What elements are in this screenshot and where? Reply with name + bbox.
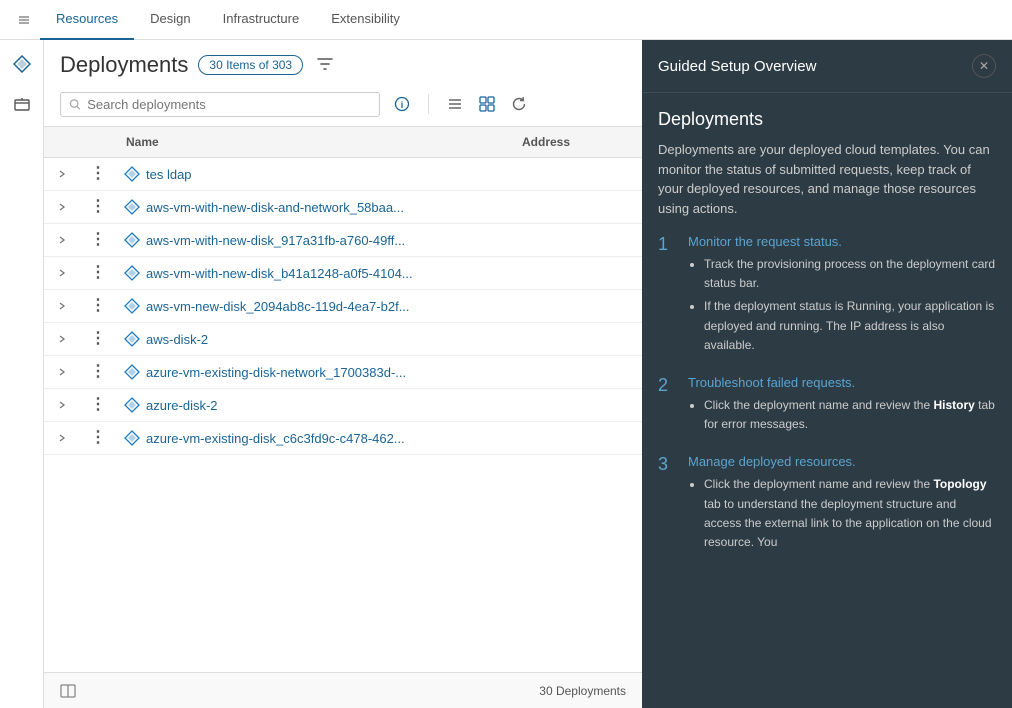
deployment-name-link[interactable]: aws-disk-2 [124, 331, 504, 347]
grid-view-icon[interactable] [473, 90, 501, 118]
deployment-name-link[interactable]: aws-vm-with-new-disk_b41a1248-a0f5-4104.… [124, 265, 504, 281]
deployment-name-link[interactable]: aws-vm-with-new-disk_917a31fb-a760-49ff.… [124, 232, 504, 248]
page-title: Deployments [60, 52, 188, 78]
row-menu-button[interactable]: ⋮ [88, 263, 108, 283]
row-menu-button[interactable]: ⋮ [88, 329, 108, 349]
row-expand-button[interactable] [52, 329, 72, 349]
row-menu-button[interactable]: ⋮ [88, 230, 108, 250]
table-row: ⋮ azure-vm-existing-disk_c6c3fd9c-c478-4… [44, 422, 642, 455]
table-row: ⋮ aws-vm-new-disk_2094ab8c-119d-4ea7-b2f… [44, 290, 642, 323]
deployments-count: 30 Deployments [539, 684, 626, 698]
row-menu-button[interactable]: ⋮ [88, 395, 108, 415]
row-menu-button[interactable]: ⋮ [88, 296, 108, 316]
row-expand-button[interactable] [52, 230, 72, 250]
nav-tab-design[interactable]: Design [134, 0, 206, 40]
split-pane-button[interactable] [60, 683, 76, 699]
step-heading: Manage deployed resources. [688, 454, 996, 469]
step-heading: Troubleshoot failed requests. [688, 375, 996, 390]
deployment-name-link[interactable]: azure-vm-existing-disk-network_1700383d-… [124, 364, 504, 380]
col-header-menu [80, 127, 116, 158]
deployment-name-link[interactable]: aws-vm-with-new-disk-and-network_58baa..… [124, 199, 504, 215]
nav-tab-resources[interactable]: Resources [40, 0, 134, 40]
close-icon: ✕ [979, 59, 989, 73]
row-expand-button[interactable] [52, 296, 72, 316]
deployment-name-link[interactable]: azure-disk-2 [124, 397, 504, 413]
refresh-icon[interactable] [505, 90, 533, 118]
row-menu-button[interactable]: ⋮ [88, 197, 108, 217]
guided-setup-title: Guided Setup Overview [658, 58, 816, 75]
col-header-name[interactable]: Name [116, 127, 512, 158]
table-row: ⋮ aws-vm-with-new-disk_917a31fb-a760-49f… [44, 224, 642, 257]
deployment-name-link[interactable]: tes ldap [124, 166, 504, 182]
deployment-name-link[interactable]: azure-vm-existing-disk_c6c3fd9c-c478-462… [124, 430, 504, 446]
items-badge[interactable]: 30 Items of 303 [198, 55, 303, 75]
rp-intro: Deployments are your deployed cloud temp… [658, 140, 996, 218]
step-number: 1 [658, 234, 676, 359]
step-body: Click the deployment name and review the… [688, 475, 996, 552]
filter-icon[interactable] [317, 56, 333, 75]
col-header-expand [44, 127, 80, 158]
row-expand-button[interactable] [52, 197, 72, 217]
close-button[interactable]: ✕ [972, 54, 996, 78]
rp-step-3: 3 Manage deployed resources. Click the d… [658, 454, 996, 556]
table-row: ⋮ aws-vm-with-new-disk_b41a1248-a0f5-410… [44, 257, 642, 290]
search-input[interactable] [87, 97, 371, 112]
row-expand-button[interactable] [52, 362, 72, 382]
svg-text:i: i [401, 100, 404, 110]
sidebar-icon-cube[interactable] [6, 88, 38, 120]
row-menu-button[interactable]: ⋮ [88, 362, 108, 382]
row-expand-button[interactable] [52, 395, 72, 415]
sidebar-icon-diamond[interactable] [6, 48, 38, 80]
step-body: Click the deployment name and review the… [688, 396, 996, 434]
rp-section-title: Deployments [658, 109, 996, 130]
nav-collapse-button[interactable] [8, 4, 40, 36]
step-body: Track the provisioning process on the de… [688, 255, 996, 355]
col-header-address[interactable]: Address [512, 127, 642, 158]
table-row: ⋮ aws-disk-2 [44, 323, 642, 356]
list-view-icon[interactable] [441, 90, 469, 118]
deployment-name-link[interactable]: aws-vm-new-disk_2094ab8c-119d-4ea7-b2f..… [124, 298, 504, 314]
search-icon [69, 98, 81, 111]
row-menu-button[interactable]: ⋮ [88, 164, 108, 184]
step-heading: Monitor the request status. [688, 234, 996, 249]
nav-tab-infrastructure[interactable]: Infrastructure [207, 0, 316, 40]
table-row: ⋮ azure-vm-existing-disk-network_1700383… [44, 356, 642, 389]
row-expand-button[interactable] [52, 263, 72, 283]
step-number: 3 [658, 454, 676, 556]
table-row: ⋮ aws-vm-with-new-disk-and-network_58baa… [44, 191, 642, 224]
info-icon[interactable]: i [388, 90, 416, 118]
row-expand-button[interactable] [52, 164, 72, 184]
rp-step-2: 2 Troubleshoot failed requests. Click th… [658, 375, 996, 438]
rp-step-1: 1 Monitor the request status. Track the … [658, 234, 996, 359]
row-menu-button[interactable]: ⋮ [88, 428, 108, 448]
row-expand-button[interactable] [52, 428, 72, 448]
step-number: 2 [658, 375, 676, 438]
table-row: ⋮ tes ldap [44, 158, 642, 191]
nav-tab-extensibility[interactable]: Extensibility [315, 0, 416, 40]
table-row: ⋮ azure-disk-2 [44, 389, 642, 422]
